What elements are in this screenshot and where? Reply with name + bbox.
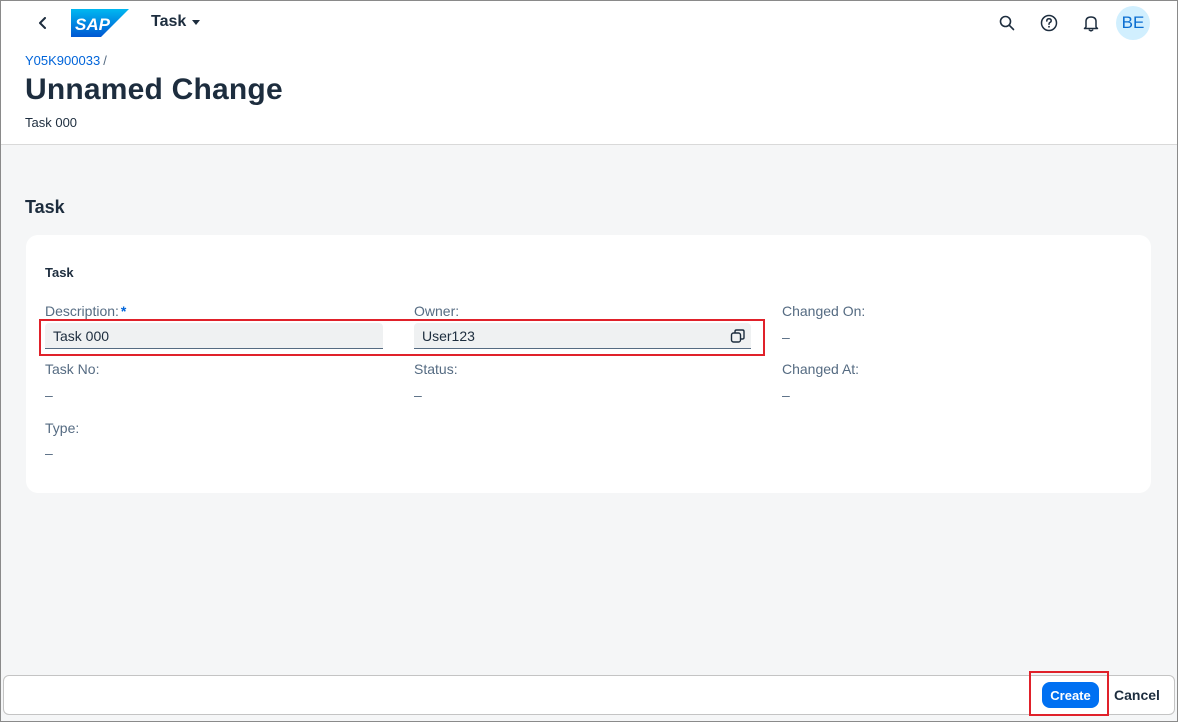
footer-toolbar	[3, 675, 1175, 715]
task-form-card: Task Description: * Task 000 Task No: – T…	[26, 235, 1151, 493]
back-button[interactable]	[31, 11, 55, 35]
create-button[interactable]: Create	[1042, 682, 1099, 708]
description-label: Description: *	[45, 303, 126, 319]
value-help-button[interactable]	[729, 327, 747, 345]
page-title: Unnamed Change	[25, 73, 283, 106]
type-label: Type:	[45, 420, 80, 436]
task-no-value: –	[45, 387, 53, 403]
search-button[interactable]	[995, 11, 1019, 35]
status-value: –	[414, 387, 422, 403]
owner-input[interactable]: User123	[414, 323, 751, 349]
section-title: Task	[25, 197, 65, 217]
changed-at-label: Changed At:	[782, 361, 860, 377]
help-button[interactable]	[1037, 11, 1061, 35]
svg-text:SAP: SAP	[75, 15, 111, 34]
app-title-menu[interactable]: Task	[151, 13, 201, 31]
sap-logo[interactable]: SAP	[71, 9, 129, 42]
description-label-text: Description:	[45, 303, 119, 319]
help-icon	[1040, 14, 1058, 32]
page-subtitle: Task 000	[25, 115, 78, 130]
value-help-icon	[730, 329, 745, 343]
cancel-button[interactable]: Cancel	[1109, 682, 1165, 708]
app-title: Task	[151, 13, 187, 30]
description-input-value: Task 000	[53, 327, 110, 344]
owner-input-value: User123	[422, 327, 475, 344]
breadcrumb-link[interactable]: Y05K900033	[25, 53, 100, 68]
shell-bar: SAP Task BE	[1, 1, 1177, 45]
breadcrumb: Y05K900033/	[25, 53, 107, 68]
changed-on-value: –	[782, 329, 790, 345]
card-title: Task	[45, 265, 74, 280]
type-value: –	[45, 445, 53, 461]
status-label: Status:	[414, 361, 458, 377]
description-input[interactable]: Task 000	[45, 323, 383, 349]
caret-down-icon	[192, 19, 201, 25]
object-page-header: Y05K900033/ Unnamed Change Task 000	[1, 45, 1177, 145]
owner-label: Owner:	[414, 303, 460, 319]
search-icon	[999, 15, 1015, 31]
bell-icon	[1083, 16, 1099, 32]
changed-at-value: –	[782, 387, 790, 403]
back-icon	[39, 17, 46, 29]
changed-on-label: Changed On:	[782, 303, 866, 319]
avatar[interactable]: BE	[1116, 6, 1150, 40]
task-no-label: Task No:	[45, 361, 100, 377]
notifications-button[interactable]	[1079, 11, 1103, 35]
breadcrumb-separator: /	[103, 53, 107, 68]
required-marker: *	[120, 303, 127, 319]
